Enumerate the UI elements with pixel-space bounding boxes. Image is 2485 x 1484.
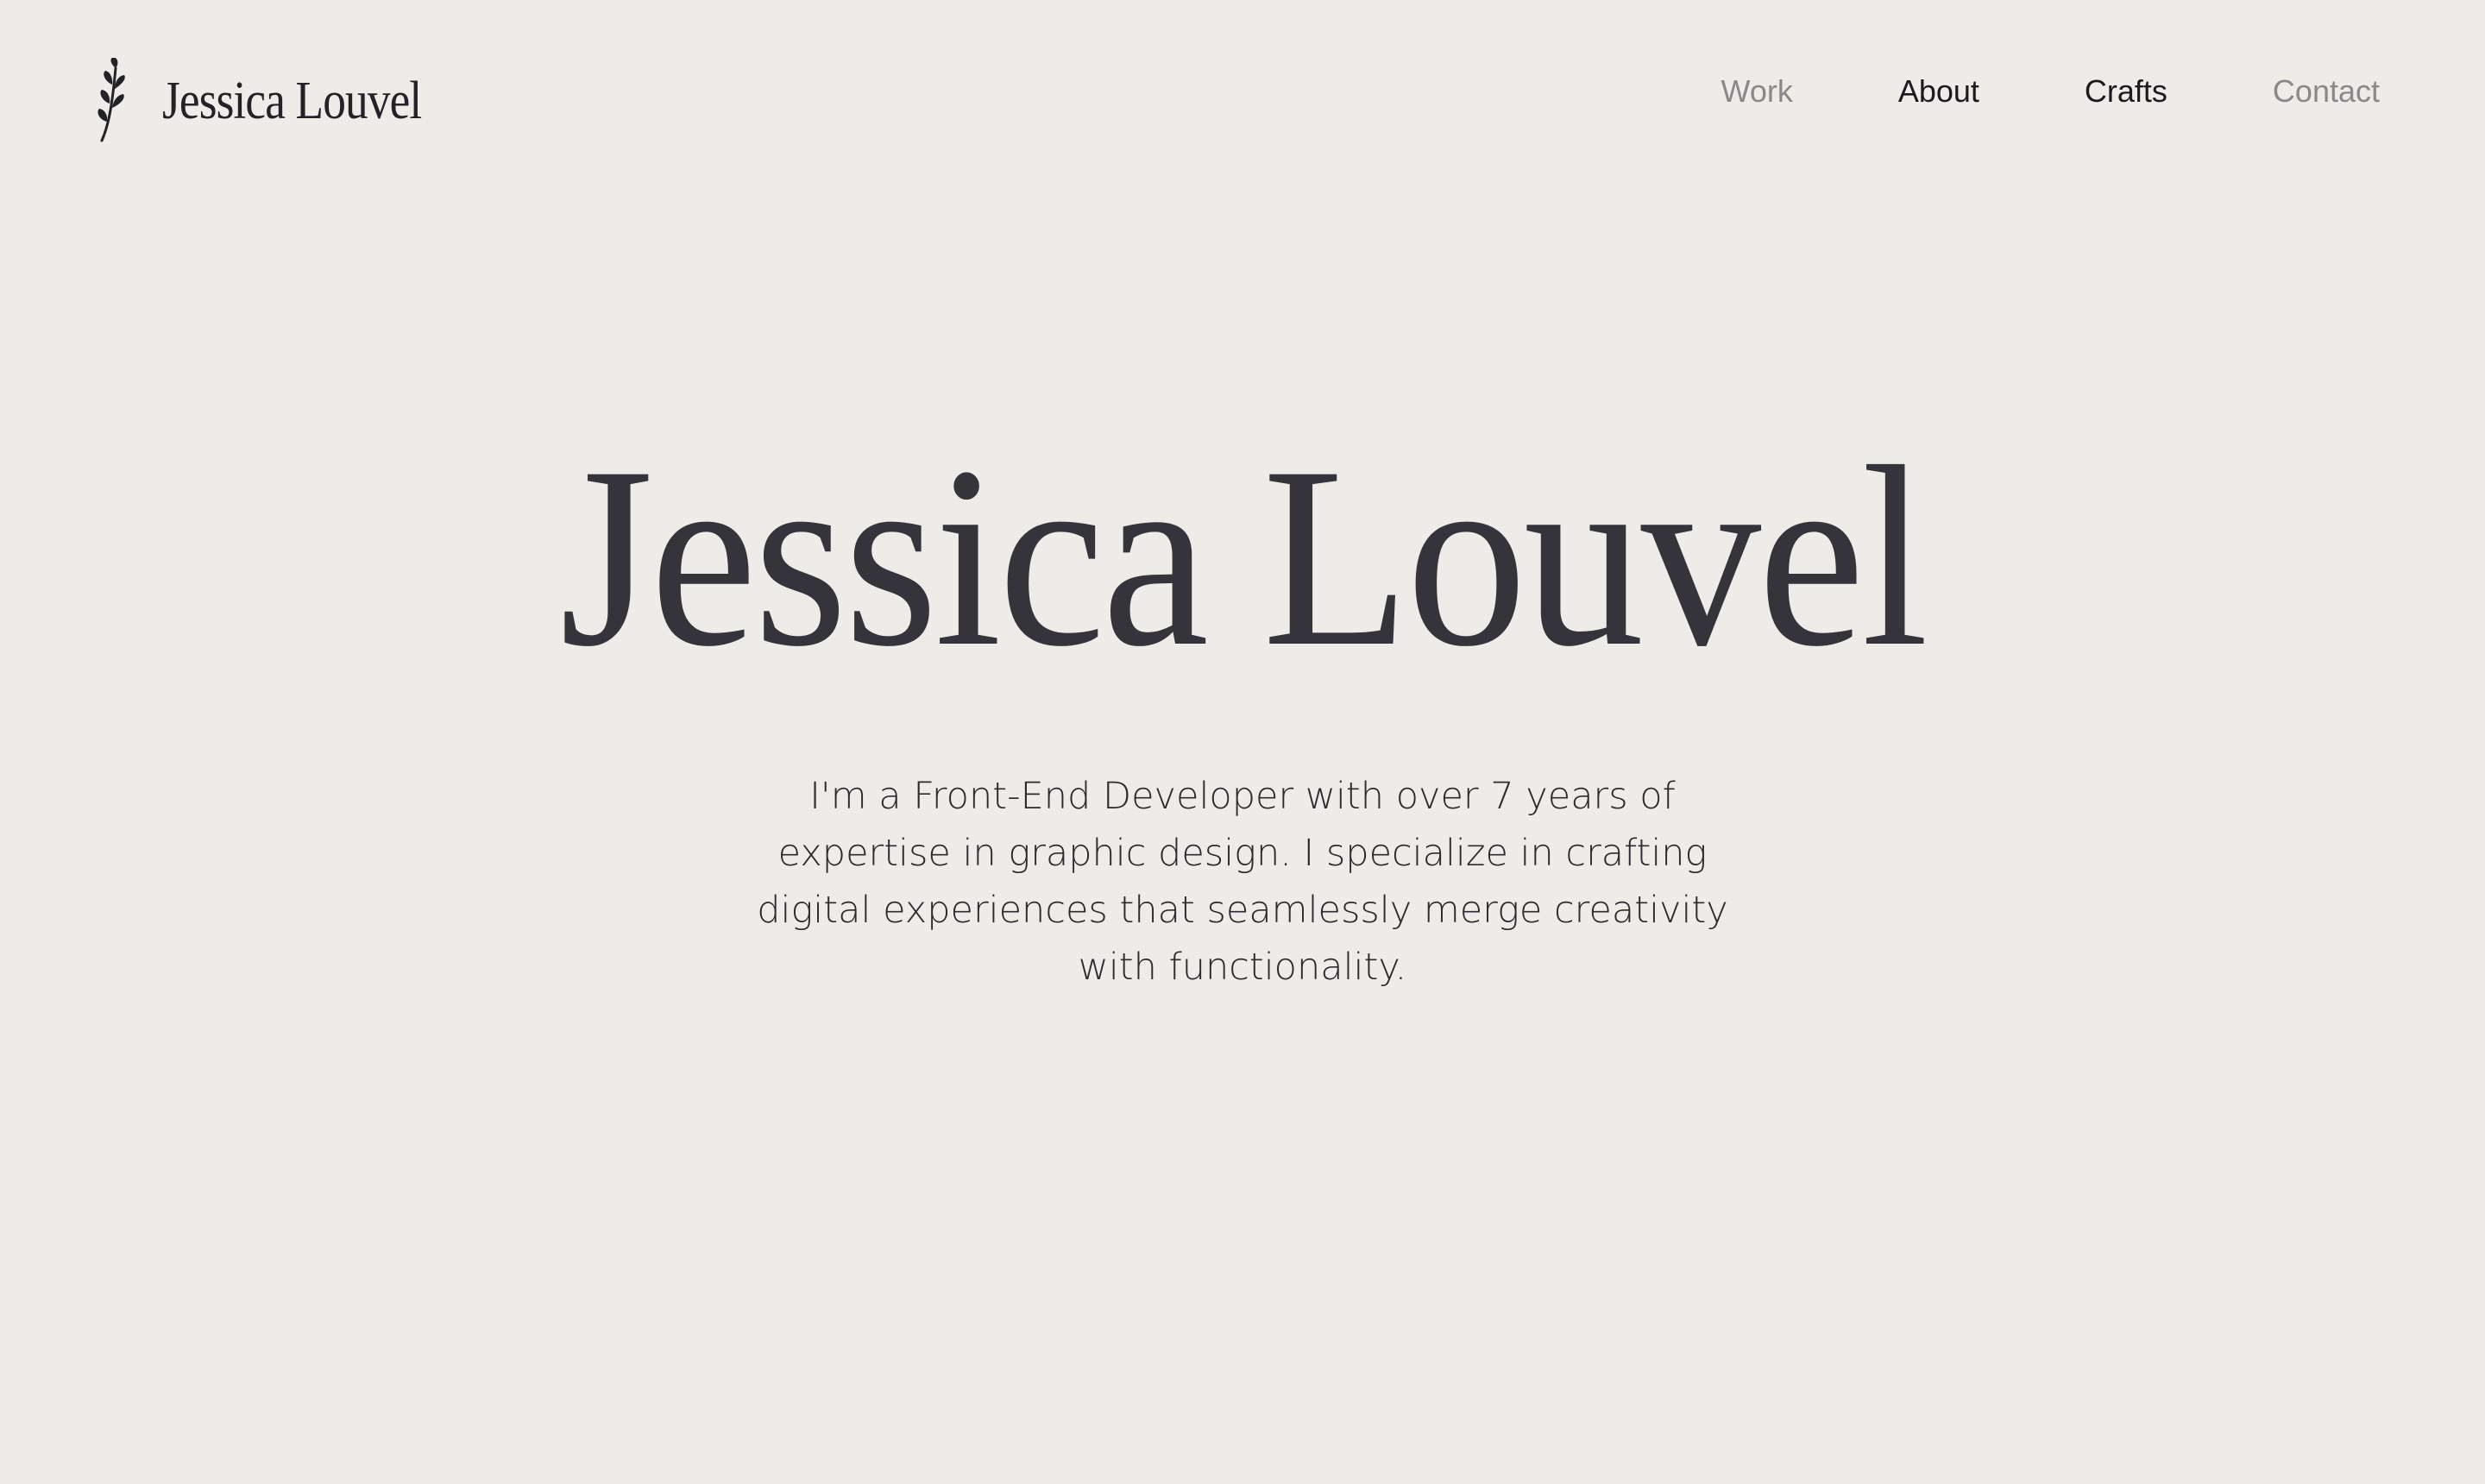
brand-logo-link[interactable]: Jessica Louvel bbox=[95, 53, 463, 148]
hero-title-text: Jessica Louvel bbox=[559, 413, 1928, 700]
olive-branch-icon bbox=[98, 58, 125, 142]
nav-link-crafts[interactable]: Crafts bbox=[2085, 67, 2167, 116]
nav-link-contact[interactable]: Contact bbox=[2273, 67, 2380, 116]
site-header: Jessica Louvel Work About Crafts Contact bbox=[0, 0, 2485, 190]
brand-name: Jessica Louvel bbox=[162, 72, 422, 130]
hero-description: I'm a Front-End Developer with over 7 ye… bbox=[757, 775, 1728, 989]
nav-link-about[interactable]: About bbox=[1898, 67, 1979, 116]
hero-title: Jessica Louvel bbox=[0, 421, 2485, 693]
main-nav: Work About Crafts Contact bbox=[1721, 67, 2380, 116]
nav-link-work[interactable]: Work bbox=[1721, 67, 1792, 116]
